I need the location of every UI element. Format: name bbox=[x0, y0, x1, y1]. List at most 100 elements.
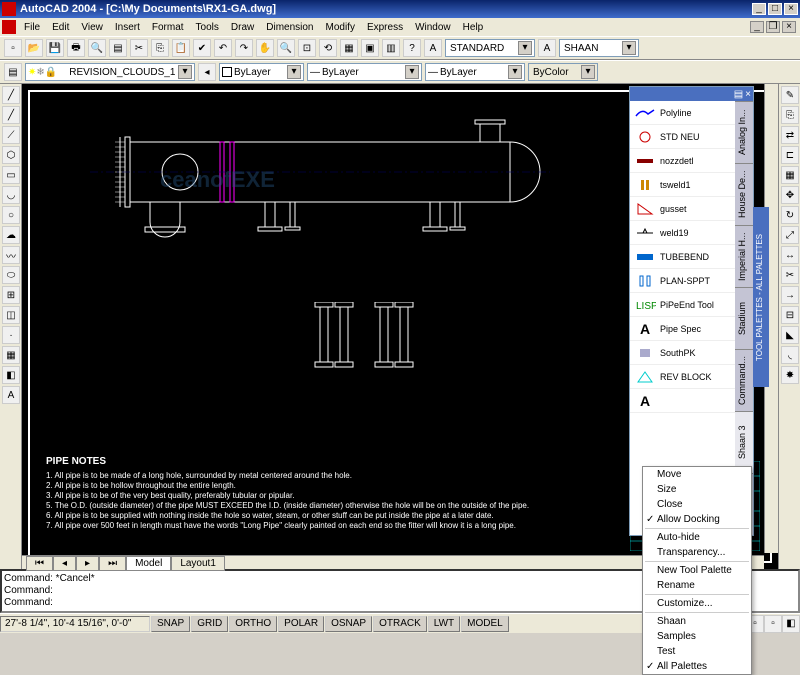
palette-header[interactable]: ▤ × bbox=[630, 87, 753, 101]
rect-button[interactable]: ▭ bbox=[2, 166, 20, 184]
zoom-window-button[interactable]: ⊡ bbox=[298, 39, 316, 57]
region-button[interactable]: ◧ bbox=[2, 366, 20, 384]
open-button[interactable]: 📂 bbox=[25, 39, 43, 57]
ctx-customize[interactable]: Customize... bbox=[643, 596, 751, 611]
revcloud-button[interactable]: ☁ bbox=[2, 226, 20, 244]
palette-item[interactable]: Polyline bbox=[630, 101, 735, 125]
ctx-test[interactable]: Test bbox=[643, 644, 751, 659]
tab-nav-button[interactable]: ⏭ bbox=[99, 556, 126, 571]
layout-tab[interactable]: Layout1 bbox=[171, 556, 225, 571]
ctx-size[interactable]: Size bbox=[643, 482, 751, 497]
ellipse-button[interactable]: ⬭ bbox=[2, 266, 20, 284]
chamfer-button[interactable]: ◣ bbox=[781, 326, 799, 344]
point-button[interactable]: · bbox=[2, 326, 20, 344]
dropdown-icon[interactable]: ▾ bbox=[518, 41, 532, 55]
dropdown-icon[interactable]: ▾ bbox=[405, 65, 419, 79]
palette-item[interactable]: APipe Spec bbox=[630, 317, 735, 341]
line-button[interactable]: ╱ bbox=[2, 86, 20, 104]
menu-window[interactable]: Window bbox=[409, 20, 457, 35]
style-combo[interactable]: STANDARD▾ bbox=[445, 39, 535, 57]
lineweight-combo[interactable]: —ByLayer▾ bbox=[425, 63, 525, 81]
palette-item[interactable]: REV BLOCK bbox=[630, 365, 735, 389]
coordinates[interactable]: 27'-8 1/4", 10'-4 15/16", 0'-0" bbox=[0, 616, 150, 632]
tpalette-button[interactable]: ▥ bbox=[382, 39, 400, 57]
palette-tab[interactable]: Analog In... bbox=[735, 101, 753, 163]
hatch-button[interactable]: ▦ bbox=[2, 346, 20, 364]
menu-insert[interactable]: Insert bbox=[109, 20, 146, 35]
ctx-transparency[interactable]: Transparency... bbox=[643, 545, 751, 560]
move-button[interactable]: ✥ bbox=[781, 186, 799, 204]
zoom-button[interactable]: 🔍 bbox=[277, 39, 295, 57]
publish-button[interactable]: ▤ bbox=[109, 39, 127, 57]
insert-button[interactable]: ⊞ bbox=[2, 286, 20, 304]
palette-tab[interactable]: Imperial H... bbox=[735, 225, 753, 287]
palette-item[interactable]: TUBEBEND bbox=[630, 245, 735, 269]
palette-tab[interactable]: Command... bbox=[735, 349, 753, 411]
erase-button[interactable]: ✎ bbox=[781, 86, 799, 104]
block-button[interactable]: ◫ bbox=[2, 306, 20, 324]
palette-props-icon[interactable]: ▤ bbox=[734, 89, 743, 100]
preview-button[interactable]: 🔍 bbox=[88, 39, 106, 57]
ctx-samples[interactable]: Samples bbox=[643, 629, 751, 644]
spline-button[interactable]: 〰 bbox=[2, 246, 20, 264]
menu-tools[interactable]: Tools bbox=[190, 20, 225, 35]
ortho-toggle[interactable]: ORTHO bbox=[229, 616, 277, 632]
layer-manager-button[interactable]: ▤ bbox=[4, 63, 22, 81]
paste-button[interactable]: 📋 bbox=[172, 39, 190, 57]
match-button[interactable]: ✔ bbox=[193, 39, 211, 57]
palette-title[interactable]: TOOL PALETTES - ALL PALETTES bbox=[753, 207, 769, 387]
print-button[interactable]: 🖶 bbox=[67, 39, 85, 57]
ctx-allow-docking[interactable]: Allow Docking bbox=[643, 512, 751, 527]
fillet-button[interactable]: ◟ bbox=[781, 346, 799, 364]
palette-tab[interactable]: Shaan 3 bbox=[735, 411, 753, 473]
ctx-autohide[interactable]: Auto-hide bbox=[643, 530, 751, 545]
palette-item[interactable]: tsweld1 bbox=[630, 173, 735, 197]
menu-file[interactable]: File bbox=[18, 20, 46, 35]
menu-modify[interactable]: Modify bbox=[320, 20, 361, 35]
palette-tab[interactable]: Stadium bbox=[735, 287, 753, 349]
properties-button[interactable]: ▦ bbox=[340, 39, 358, 57]
trim-button[interactable]: ✂ bbox=[781, 266, 799, 284]
pline-button[interactable]: ⟋ bbox=[2, 126, 20, 144]
maximize-button[interactable]: □ bbox=[768, 3, 782, 15]
undo-button[interactable]: ↶ bbox=[214, 39, 232, 57]
ctx-all-palettes[interactable]: All Palettes bbox=[643, 659, 751, 674]
stretch-button[interactable]: ↔ bbox=[781, 246, 799, 264]
menu-format[interactable]: Format bbox=[146, 20, 190, 35]
circle-button[interactable]: ○ bbox=[2, 206, 20, 224]
menu-edit[interactable]: Edit bbox=[46, 20, 75, 35]
dropdown-icon[interactable]: ▾ bbox=[508, 65, 522, 79]
doc-minimize-button[interactable]: _ bbox=[750, 21, 764, 33]
menu-draw[interactable]: Draw bbox=[225, 20, 260, 35]
dcenter-button[interactable]: ▣ bbox=[361, 39, 379, 57]
palette-item[interactable]: SouthPK bbox=[630, 341, 735, 365]
zoom-prev-button[interactable]: ⟲ bbox=[319, 39, 337, 57]
layer-prev-button[interactable]: ◂ bbox=[198, 63, 216, 81]
grid-toggle[interactable]: GRID bbox=[191, 616, 228, 632]
palette-tab[interactable]: House De... bbox=[735, 163, 753, 225]
minimize-button[interactable]: _ bbox=[752, 3, 766, 15]
linetype-combo[interactable]: —ByLayer▾ bbox=[307, 63, 422, 81]
text-style-button[interactable]: A bbox=[538, 39, 556, 57]
xline-button[interactable]: ╱ bbox=[2, 106, 20, 124]
break-button[interactable]: ⊟ bbox=[781, 306, 799, 324]
rotate-button[interactable]: ↻ bbox=[781, 206, 799, 224]
explode-button[interactable]: ✸ bbox=[781, 366, 799, 384]
ctx-rename[interactable]: Rename bbox=[643, 578, 751, 593]
menu-dimension[interactable]: Dimension bbox=[260, 20, 319, 35]
menu-view[interactable]: View bbox=[75, 20, 109, 35]
arc-button[interactable]: ◡ bbox=[2, 186, 20, 204]
redo-button[interactable]: ↷ bbox=[235, 39, 253, 57]
extend-button[interactable]: → bbox=[781, 286, 799, 304]
dropdown-icon[interactable]: ▾ bbox=[581, 65, 595, 79]
model-toggle[interactable]: MODEL bbox=[461, 616, 509, 632]
plotstyle-combo[interactable]: ByColor▾ bbox=[528, 63, 598, 81]
dim-style-button[interactable]: A bbox=[424, 39, 442, 57]
palette-close-icon[interactable]: × bbox=[745, 89, 751, 100]
menu-help[interactable]: Help bbox=[457, 20, 490, 35]
text-combo[interactable]: SHAAN▾ bbox=[559, 39, 639, 57]
cut-button[interactable]: ✂ bbox=[130, 39, 148, 57]
menu-express[interactable]: Express bbox=[361, 20, 409, 35]
palette-item[interactable]: A bbox=[630, 389, 735, 413]
help-button[interactable]: ? bbox=[403, 39, 421, 57]
